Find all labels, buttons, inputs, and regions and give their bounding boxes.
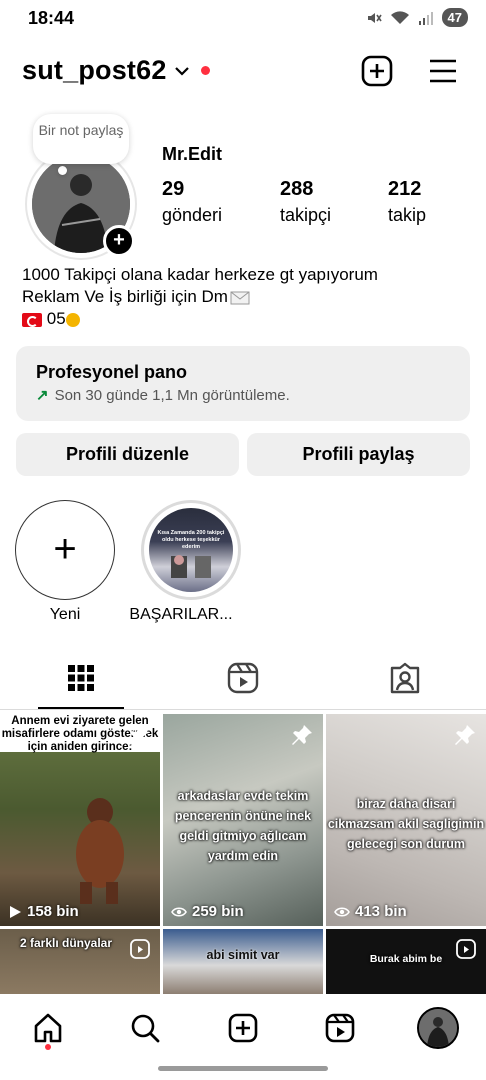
tab-grid[interactable] <box>0 660 162 700</box>
professional-dashboard[interactable]: Profesyonel pano ↗ Son 30 günde 1,1 Mn gö… <box>16 346 470 421</box>
bio: 1000 Takipçi olana kadar herkeze gt yapı… <box>22 264 378 330</box>
posts-stat[interactable]: 29 gönderi <box>162 178 222 226</box>
post-views: 259 bin <box>192 903 244 920</box>
reels-badge-icon <box>130 939 150 959</box>
tab-reels[interactable] <box>162 660 324 700</box>
grid-icon <box>68 665 94 691</box>
nav-create[interactable] <box>225 1010 261 1046</box>
post-caption: biraz daha disari cikmazsam akil sagligi… <box>327 797 485 851</box>
post-tile-2[interactable]: arkadaslar evde tekim pencerenin önüne i… <box>163 714 323 926</box>
add-square-icon <box>361 55 393 87</box>
tab-divider <box>0 709 486 710</box>
following-count: 212 <box>388 178 422 200</box>
pin-icon <box>292 725 312 745</box>
medal-icon <box>65 312 80 327</box>
reels-badge-icon <box>456 939 476 959</box>
followers-count: 288 <box>280 178 314 200</box>
tagged-person-icon <box>390 662 420 694</box>
account-switcher[interactable]: sut_post62 <box>22 55 210 86</box>
nav-profile-avatar[interactable] <box>417 1007 459 1049</box>
highlight-label-new: Yeni <box>49 606 81 623</box>
notification-dot <box>200 66 210 75</box>
dashboard-subtitle-wrap: ↗ Son 30 günde 1,1 Mn görüntüleme. <box>36 386 290 404</box>
post-tile-5[interactable]: abi simit var <box>163 929 323 995</box>
nav-search[interactable] <box>127 1010 163 1046</box>
hamburger-icon <box>430 59 456 83</box>
post-tile-4[interactable]: 2 farklı dünyalar <box>0 929 160 995</box>
posts-label: gönderi <box>162 205 223 225</box>
create-button[interactable] <box>360 54 394 88</box>
add-story-button[interactable]: + <box>103 225 135 257</box>
status-bar: 18:44 47 <box>0 0 486 36</box>
home-notification-dot <box>45 1044 51 1050</box>
eye-icon <box>171 906 187 917</box>
post-views: 413 bin <box>355 903 407 920</box>
edit-profile-button[interactable]: Profili düzenle <box>16 433 239 476</box>
eye-icon <box>334 906 350 917</box>
post-views-wrap: 259 bin <box>171 903 244 920</box>
highlight-thumbnail[interactable]: Kısa Zamanda 200 takipçi oldu herkese te… <box>149 508 233 592</box>
bio-line-1: 1000 Takipçi olana kadar herkeze gt yapı… <box>22 265 378 284</box>
bio-line-3-wrap: 05 <box>22 308 378 330</box>
note-bubble-tail <box>58 166 67 175</box>
home-icon <box>34 1013 62 1043</box>
mute-icon <box>367 12 382 23</box>
wifi-icon <box>390 10 409 24</box>
pin-icon <box>129 725 149 745</box>
search-icon <box>131 1014 160 1043</box>
trend-up-icon: ↗ <box>36 387 49 404</box>
dashboard-title: Profesyonel pano <box>36 362 188 382</box>
bio-line-3: 05 <box>46 309 66 328</box>
reels-icon <box>325 1013 355 1043</box>
system-home-indicator[interactable] <box>158 1066 328 1071</box>
post-caption: arkadaslar evde tekim pencerenin önüne i… <box>174 789 312 863</box>
note-bubble[interactable]: Bir not paylaş <box>33 114 129 164</box>
nav-home[interactable] <box>30 1010 66 1046</box>
post-caption: 2 farklı dünyalar <box>19 936 113 950</box>
orangutan-figure <box>76 798 124 904</box>
signal-icon <box>418 11 433 25</box>
post-tile-3[interactable]: biraz daha disari cikmazsam akil sagligi… <box>326 714 486 926</box>
followers-label: takipçi <box>280 205 332 225</box>
pin-icon <box>455 725 475 745</box>
tab-tagged[interactable] <box>324 660 486 700</box>
turkey-flag-icon <box>22 312 42 327</box>
bio-line-2: Reklam Ve İş birliği için Dm <box>22 287 228 306</box>
status-icons: 47 <box>366 8 468 27</box>
following-label: takip <box>388 205 427 225</box>
post-views: 158 bin <box>27 903 79 920</box>
post-caption: abi simit var <box>206 948 280 962</box>
followers-stat[interactable]: 288 takipçi <box>280 178 331 226</box>
status-time: 18:44 <box>28 8 75 28</box>
post-views-wrap: 158 bin <box>8 903 79 920</box>
username: sut_post62 <box>22 55 167 85</box>
post-tile-6[interactable]: Burak abim be <box>326 929 486 995</box>
plus-icon: + <box>53 527 77 571</box>
battery-indicator: 47 <box>441 8 468 27</box>
menu-button[interactable] <box>426 54 460 88</box>
following-stat[interactable]: 212 takip <box>388 178 426 226</box>
share-profile-button[interactable]: Profili paylaş <box>247 433 470 476</box>
post-tile-1[interactable]: Annem evi ziyarete gelen misafirlere oda… <box>0 714 160 926</box>
post-views-wrap: 413 bin <box>334 903 407 920</box>
play-icon <box>10 905 21 918</box>
reels-icon <box>227 662 259 694</box>
note-text: Bir not paylaş <box>38 122 124 138</box>
active-tab-indicator <box>38 707 124 709</box>
display-name: Mr.Edit <box>162 144 223 164</box>
add-square-icon <box>228 1013 258 1043</box>
envelope-icon <box>230 291 250 305</box>
highlight-label-basarilar: BAŞARILAR... <box>129 606 233 623</box>
chevron-down-icon <box>174 60 189 81</box>
bio-line-2-wrap: Reklam Ve İş birliği için Dm <box>22 286 378 308</box>
nav-reels[interactable] <box>322 1010 358 1046</box>
dashboard-subtitle: Son 30 günde 1,1 Mn görüntüleme. <box>54 387 290 404</box>
posts-count: 29 <box>162 178 185 200</box>
